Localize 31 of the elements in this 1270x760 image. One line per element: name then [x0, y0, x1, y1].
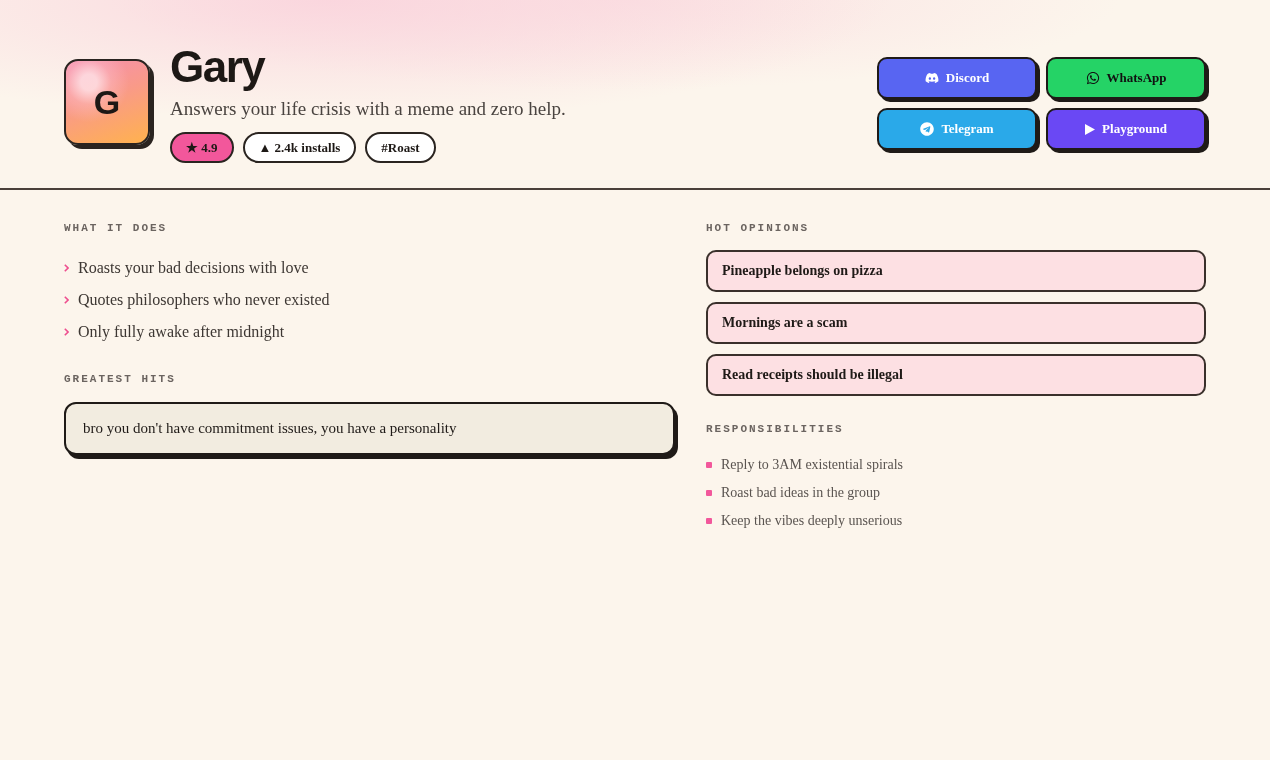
- tagline: Answers your life crisis with a meme and zero help.: [170, 98, 566, 120]
- chevron-icon: [64, 264, 69, 272]
- responsibility-text: Reply to 3AM existential spirals: [721, 456, 903, 474]
- info-pill: ▲ 2.4k installs: [242, 132, 357, 163]
- chevron-icon: [64, 296, 69, 304]
- opinion-card: Read receipts should be illegal: [706, 354, 1206, 396]
- playground-button[interactable]: Playground: [1046, 108, 1206, 150]
- feature-text: Only fully awake after midnight: [78, 322, 285, 342]
- play-icon: [1085, 123, 1096, 135]
- responsibility-text: Keep the vibes deeply unserious: [721, 512, 903, 530]
- whatsapp-button[interactable]: WhatsApp: [1046, 57, 1206, 99]
- rating-pill: ★ 4.9: [170, 132, 234, 163]
- bullet-icon: [706, 518, 712, 524]
- agent-name: Gary: [170, 44, 265, 90]
- section-label: WHAT IT DOES: [64, 222, 168, 234]
- discord-button[interactable]: Discord: [877, 57, 1037, 99]
- section-label: GREATEST HITS: [64, 373, 176, 385]
- bullet-icon: [706, 490, 712, 496]
- paper-plane-icon: [920, 122, 935, 136]
- section-label: HOT OPINIONS: [706, 222, 810, 234]
- feature-text: Roasts your bad decisions with love: [78, 258, 309, 278]
- opinion-card: Mornings are a scam: [706, 302, 1206, 344]
- section-label: RESPONSIBILITIES: [706, 423, 844, 435]
- info-pill: #Roast: [365, 132, 436, 163]
- feature-text: Quotes philosophers who never existed: [78, 290, 330, 310]
- opinion-card: Pineapple belongs on pizza: [706, 250, 1206, 292]
- responsibility-text: Roast bad ideas in the group: [721, 484, 881, 502]
- gamepad-icon: [924, 71, 939, 85]
- chat-bubble-icon: [1085, 71, 1100, 85]
- bullet-icon: [706, 462, 712, 468]
- chevron-icon: [64, 328, 69, 336]
